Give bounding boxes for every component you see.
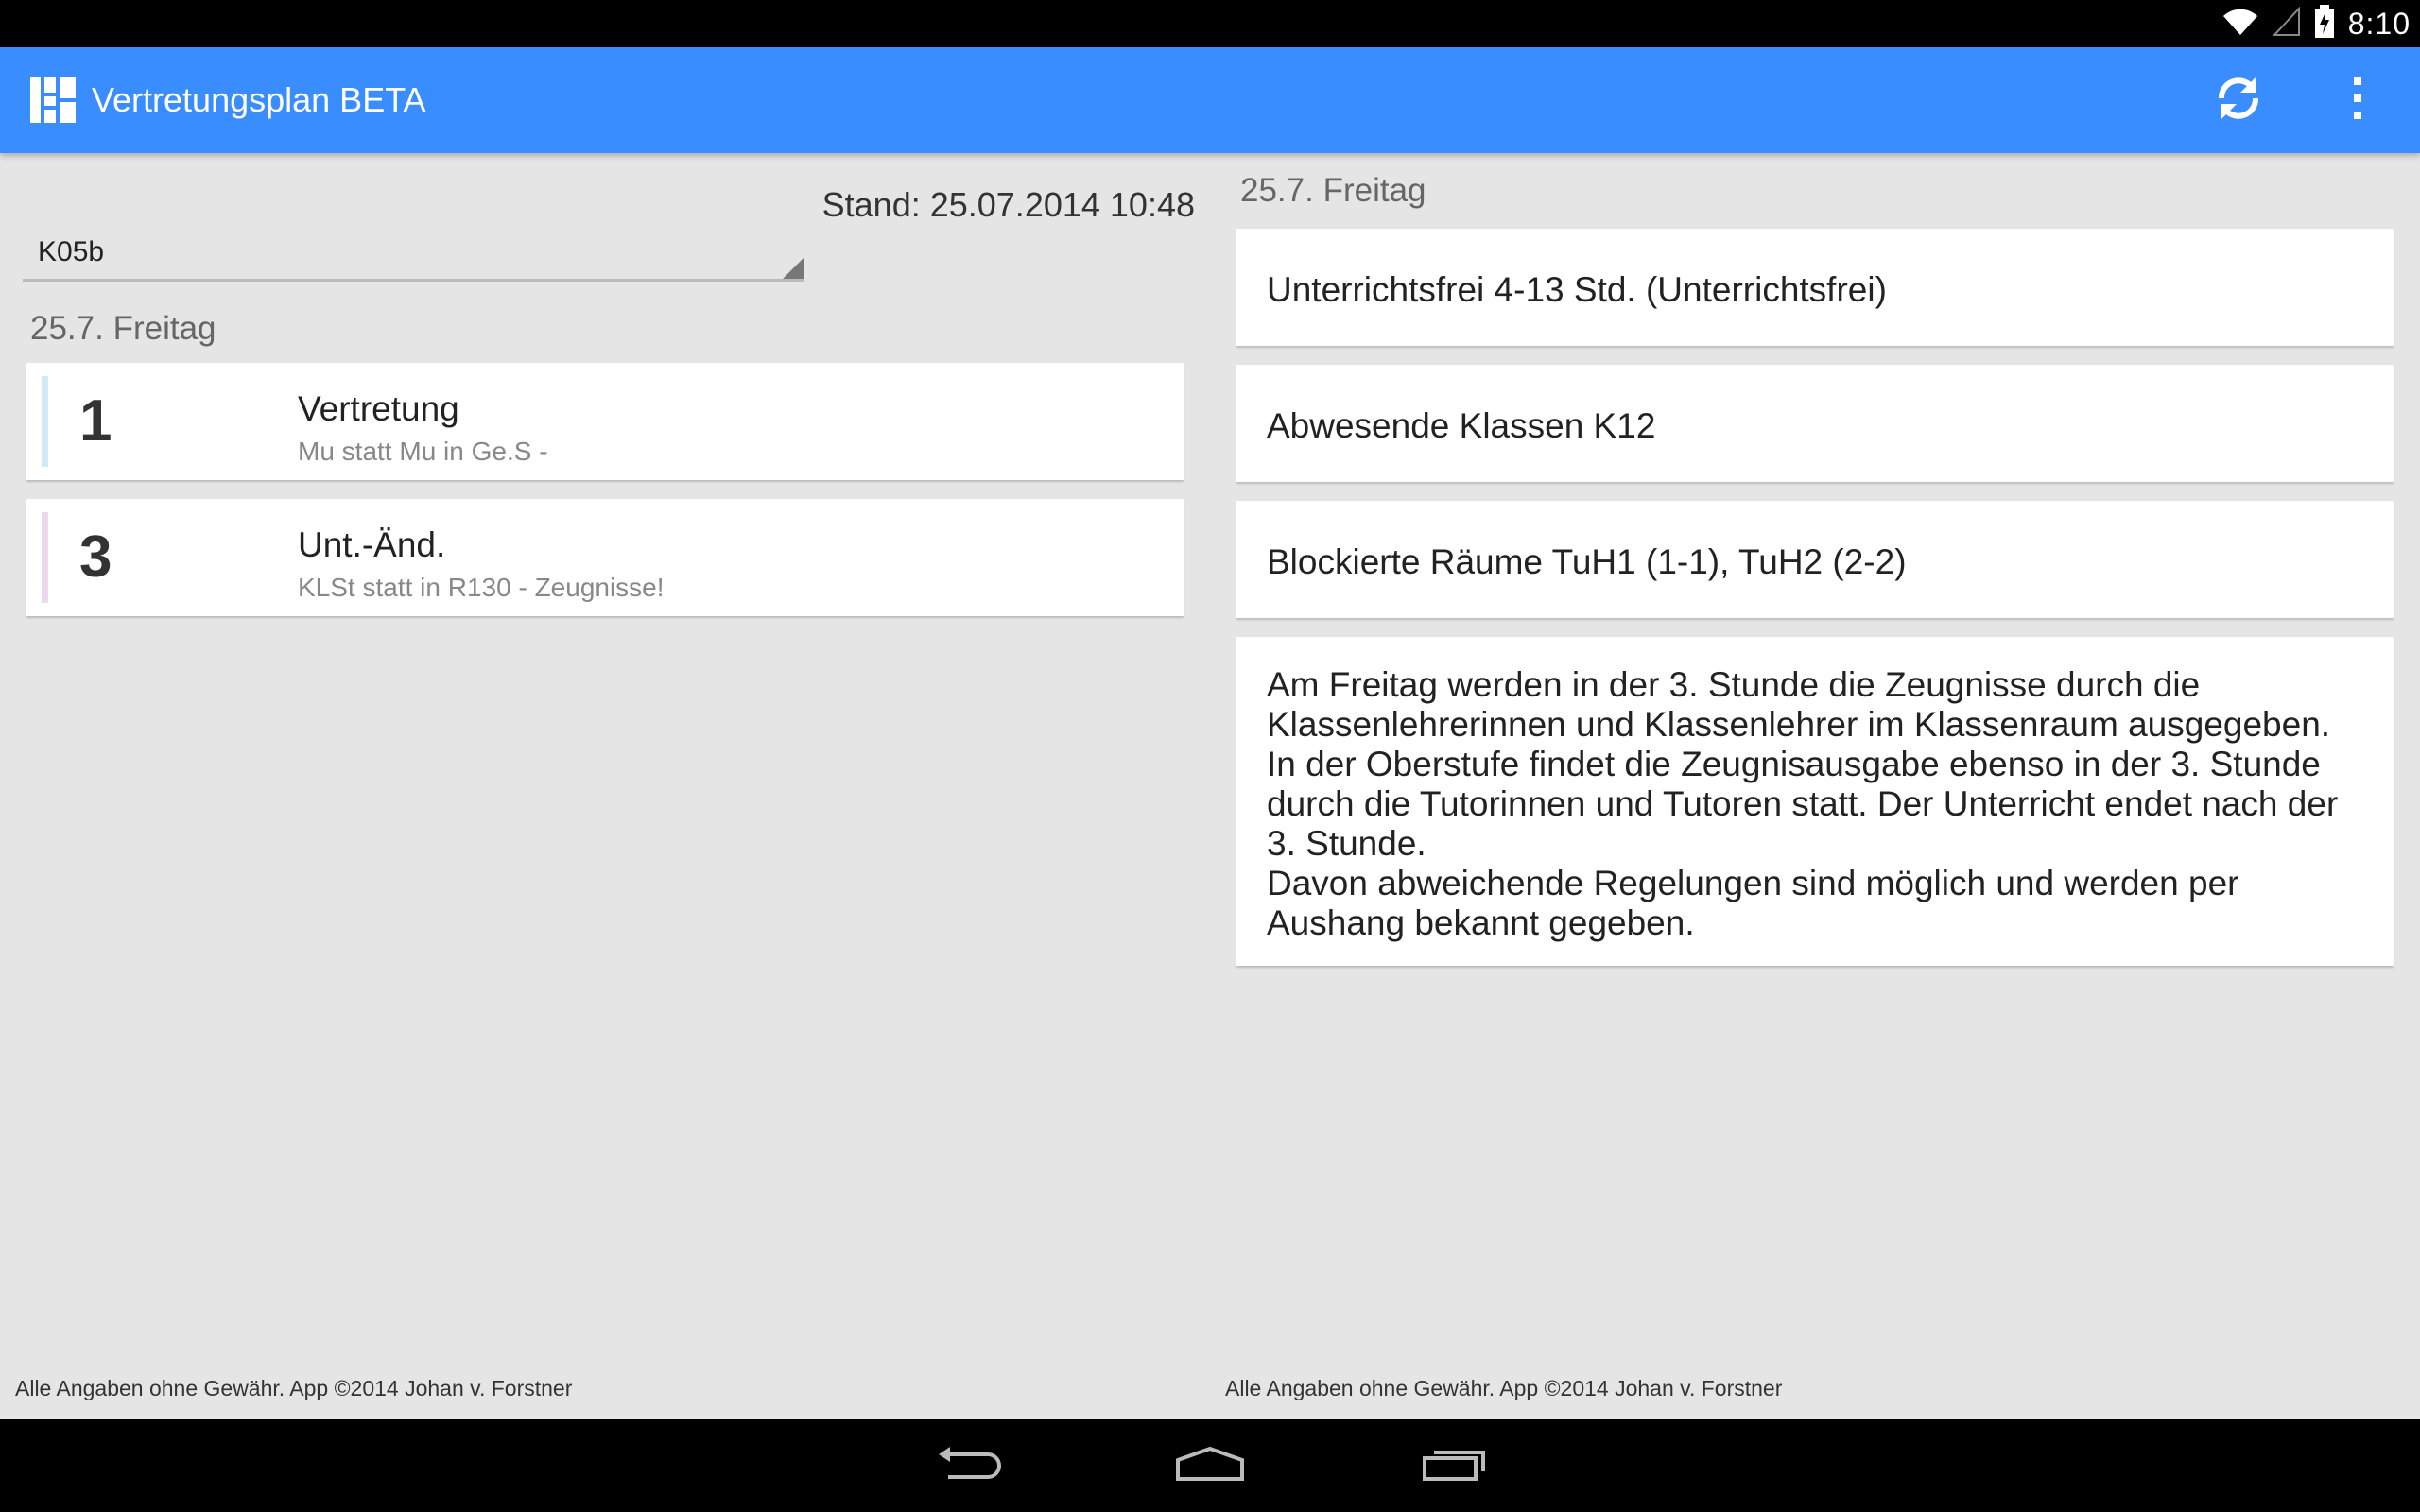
action-bar: Vertretungsplan BETA	[0, 47, 2420, 153]
substitution-card[interactable]: 1 Vertretung Mu statt Mu in Ge.S -	[26, 363, 1184, 480]
message-card: Am Freitag werden in der 3. Stunde die Z…	[1236, 637, 2394, 966]
recent-apps-icon	[1421, 1445, 1487, 1487]
back-icon	[935, 1445, 1001, 1487]
refresh-button[interactable]	[2186, 47, 2291, 153]
info-card: Blockierte Räume TuH1 (1-1), TuH2 (2-2)	[1236, 501, 2394, 618]
day-header: 25.7. Freitag	[1240, 172, 1426, 209]
last-updated-label: Stand: 25.07.2014 10:48	[821, 185, 1195, 224]
home-button[interactable]	[1163, 1433, 1257, 1499]
overflow-menu-icon	[2352, 77, 2363, 124]
info-text: Abwesende Klassen K12	[1267, 406, 1656, 445]
substitution-card[interactable]: 3 Unt.-Änd. KLSt statt in R130 - Zeugnis…	[26, 499, 1184, 616]
app-grid-logo-icon[interactable]	[30, 77, 76, 123]
type-color-bar	[42, 512, 48, 603]
app-title: Vertretungsplan BETA	[92, 80, 426, 119]
substitution-type: Unt.-Änd.	[298, 525, 446, 564]
substitution-type: Vertretung	[298, 389, 459, 428]
news-pane: 25.7. Freitag Unterrichtsfrei 4-13 Std. …	[1210, 153, 2420, 1419]
wifi-icon	[2221, 7, 2259, 42]
class-spinner[interactable]: K05b	[23, 181, 804, 282]
disclaimer-footer: Alle Angaben ohne Gewähr. App ©2014 Joha…	[1225, 1376, 1783, 1400]
info-card: Unterrichtsfrei 4-13 Std. (Unterrichtsfr…	[1236, 229, 2394, 346]
substitution-detail: Mu statt Mu in Ge.S -	[298, 437, 548, 466]
back-button[interactable]	[921, 1433, 1015, 1499]
status-bar: 8:10	[0, 0, 2420, 47]
clock: 8:10	[2347, 6, 2411, 41]
disclaimer-footer: Alle Angaben ohne Gewähr. App ©2014 Joha…	[15, 1376, 573, 1400]
info-card: Abwesende Klassen K12	[1236, 365, 2394, 482]
overflow-menu-button[interactable]	[2305, 47, 2411, 153]
day-header: 25.7. Freitag	[30, 310, 216, 347]
info-text: Unterrichtsfrei 4-13 Std. (Unterrichtsfr…	[1267, 270, 1887, 309]
type-color-bar	[42, 376, 48, 467]
spinner-arrow-icon	[783, 258, 804, 279]
substitution-detail: KLSt statt in R130 - Zeugnisse!	[298, 573, 665, 602]
lesson-hour: 3	[79, 524, 112, 590]
substitutions-pane: K05b Stand: 25.07.2014 10:48 25.7. Freit…	[0, 153, 1210, 1419]
class-spinner-value: K05b	[38, 236, 105, 267]
status-icons: 8:10	[2221, 0, 2411, 47]
info-text: Blockierte Räume TuH1 (1-1), TuH2 (2-2)	[1267, 542, 1907, 581]
navigation-bar	[0, 1419, 2420, 1512]
message-text: Am Freitag werden in der 3. Stunde die Z…	[1267, 665, 2339, 942]
home-icon	[1175, 1445, 1245, 1487]
refresh-icon	[2214, 74, 2263, 128]
signal-icon	[2272, 5, 2301, 42]
battery-charging-icon	[2314, 4, 2335, 43]
recent-apps-button[interactable]	[1407, 1433, 1501, 1499]
lesson-hour: 1	[79, 388, 112, 454]
